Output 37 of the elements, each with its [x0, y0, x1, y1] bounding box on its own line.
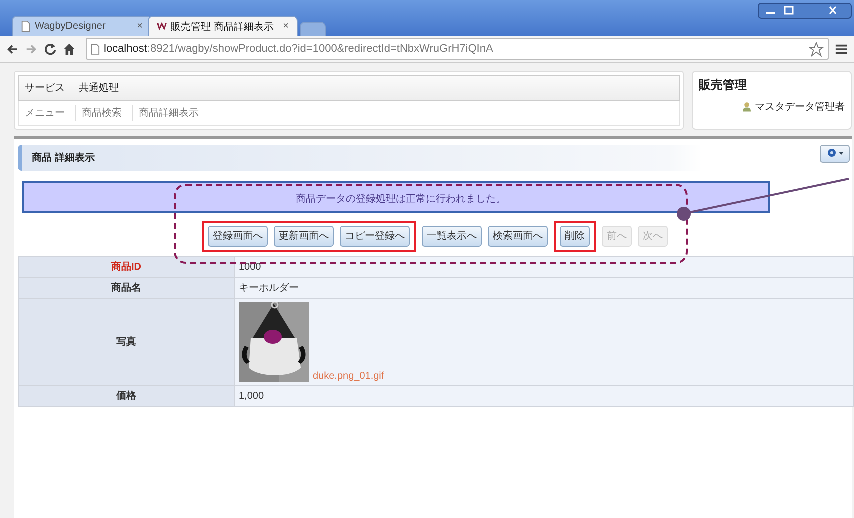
address-bar[interactable]: localhost:8921/wagby/showProduct.do?id=1000&redirectId=tNbxWruGrH7iQInA	[86, 38, 829, 60]
reload-icon[interactable]	[44, 42, 57, 56]
action-button[interactable]: 削除	[560, 226, 590, 246]
field-label: 商品名	[18, 278, 234, 298]
menu-item[interactable]: サービス	[25, 81, 65, 95]
breadcrumb-item[interactable]: メニュー	[19, 105, 76, 121]
url-text: localhost:8921/wagby/showProduct.do?id=1000&redirectId=tNbxWruGrH7iQInA	[104, 43, 494, 55]
breadcrumb-item[interactable]: 商品詳細表示	[133, 105, 209, 121]
field-label: 価格	[18, 386, 234, 406]
user-name: マスタデータ管理者	[755, 100, 845, 114]
tools-button[interactable]	[820, 145, 850, 163]
menu-icon[interactable]	[835, 42, 848, 56]
field-label: 写真	[18, 298, 234, 386]
close-icon[interactable]: ×	[283, 21, 289, 32]
message-banner: 商品データの登録処理は正常に行われました。	[22, 181, 770, 213]
user-icon	[743, 102, 751, 112]
action-button[interactable]: 登録画面へ	[208, 226, 268, 246]
page-icon	[21, 21, 31, 32]
window-controls-icon[interactable]	[758, 3, 852, 19]
action-button[interactable]: 更新画面へ	[274, 226, 334, 246]
back-icon[interactable]	[6, 42, 19, 56]
browser-tab[interactable]: WagbyDesigner ×	[12, 16, 152, 36]
field-value: 1,000	[234, 386, 854, 406]
action-button[interactable]: 一覧表示へ	[422, 226, 482, 246]
menu-item[interactable]: 共通処理	[79, 81, 119, 95]
browser-tab[interactable]: 販売管理 商品詳細表示 ×	[148, 16, 298, 36]
logo-icon	[157, 21, 167, 32]
home-icon[interactable]	[63, 42, 76, 56]
breadcrumb-item[interactable]: 商品検索	[76, 105, 133, 121]
close-icon[interactable]: ×	[137, 21, 143, 32]
star-icon[interactable]	[809, 42, 824, 56]
field-label: 商品ID	[18, 256, 234, 278]
field-value: キーホルダー	[234, 278, 854, 298]
action-button[interactable]: 検索画面へ	[488, 226, 548, 246]
page-icon	[91, 44, 100, 54]
action-button[interactable]: コピー登録へ	[340, 226, 410, 246]
app-title: 販売管理	[699, 77, 748, 94]
